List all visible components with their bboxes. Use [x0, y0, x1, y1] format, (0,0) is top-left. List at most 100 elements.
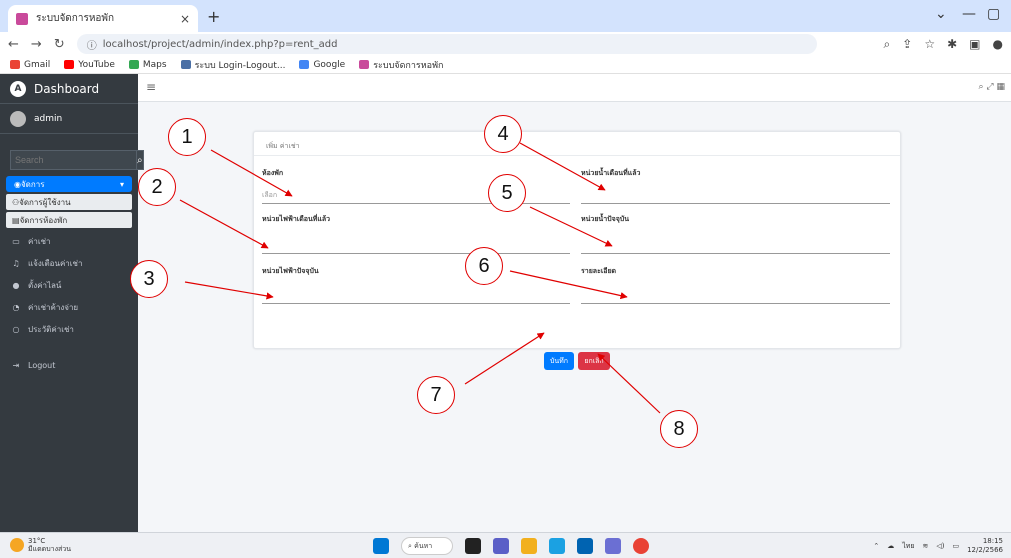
tray-chevron-icon[interactable]: ⌃	[873, 542, 879, 550]
bookmark-google[interactable]: Google	[299, 60, 345, 70]
onedrive-icon[interactable]: ☁	[887, 542, 894, 550]
windows-taskbar: 31°C มีแดดบางส่วน ⌕ ค้นหา ⌃ ☁ ไทย ≋ ◁) ▭…	[0, 532, 1011, 558]
browser-tab[interactable]: ระบบจัดการหอพัก ×	[8, 5, 198, 32]
cancel-button[interactable]: ยกเลิก	[578, 352, 610, 370]
clock[interactable]: 18:15 12/2/2566	[967, 537, 1003, 555]
edge-icon[interactable]	[549, 538, 565, 554]
elec-prev-label: หน่วยไฟฟ้าเดือนที่แล้ว	[262, 215, 331, 223]
annotation-5: 5	[488, 174, 526, 212]
volume-icon[interactable]: ◁)	[936, 542, 944, 550]
chrome-icon[interactable]	[633, 538, 649, 554]
maps-icon	[128, 60, 139, 69]
new-tab-button[interactable]: +	[207, 7, 220, 26]
water-prev-label: หน่วยน้ำเดือนที่แล้ว	[581, 169, 641, 177]
back-icon[interactable]: ←	[8, 37, 19, 52]
water-now-input[interactable]	[581, 240, 890, 254]
brand-link[interactable]: A Dashboard	[0, 74, 138, 104]
site-favicon-icon	[16, 12, 28, 25]
bookmark-youtube[interactable]: YouTube	[64, 60, 115, 70]
bell-icon: ♫	[12, 258, 20, 268]
bookmark-maps[interactable]: Maps	[128, 60, 167, 70]
weather-text: มีแดดบางส่วน	[28, 545, 71, 553]
url-field[interactable]: ⓘ localhost/project/admin/index.php?p=re…	[76, 34, 817, 54]
elec-now-label: หน่วยไฟฟ้าปัจจุบัน	[262, 267, 319, 275]
info-icon[interactable]: ⓘ	[87, 37, 97, 52]
start-icon[interactable]	[373, 538, 389, 554]
elec-now-input[interactable]	[262, 290, 570, 304]
reload-icon[interactable]: ↻	[54, 37, 65, 52]
search-icon[interactable]: ⌕	[137, 150, 144, 170]
water-prev-input[interactable]	[581, 190, 890, 204]
sidebar-item-history[interactable]: ○ ประวัติค่าเช่า	[0, 318, 138, 340]
extensions-icon[interactable]: ✱	[947, 37, 957, 52]
bookmark-dorm[interactable]: ระบบจัดการหอพัก	[359, 58, 443, 72]
sidebar-item-rent[interactable]: ▭ ค่าเช่า	[0, 230, 138, 252]
minimize-icon[interactable]: —	[962, 6, 976, 22]
sidebar-item-users[interactable]: ⚇ จัดการผู้ใช้งาน	[6, 194, 132, 210]
wifi-icon[interactable]: ≋	[922, 542, 928, 550]
user-panel[interactable]: admin	[0, 104, 138, 134]
sidebar-item-manage[interactable]: ◉ จัดการ ▾	[6, 176, 132, 192]
tab-title: ระบบจัดการหอพัก	[36, 13, 115, 24]
sidebar: A Dashboard admin ⌕ ◉ จัดการ ▾ ⚇ จัดการผ…	[0, 74, 144, 532]
clock-time: 18:15	[982, 537, 1003, 545]
water-now-label: หน่วยน้ำปัจจุบัน	[581, 215, 630, 223]
language-indicator[interactable]: ไทย	[902, 541, 914, 552]
detail-input[interactable]	[581, 290, 890, 304]
task-view-icon[interactable]	[465, 538, 481, 554]
gauge-icon: ◉	[14, 179, 21, 189]
tab-close-icon[interactable]: ×	[180, 12, 190, 26]
annotation-3: 3	[130, 260, 168, 298]
code-editor-icon[interactable]	[605, 538, 621, 554]
battery-icon[interactable]: ▭	[952, 542, 959, 550]
sidepanel-icon[interactable]: ▣	[969, 37, 980, 52]
browser-tab-bar: ระบบจัดการหอพัก × + ⌄ — ▢	[0, 0, 1011, 32]
menu-toggle-icon[interactable]: ≡	[146, 80, 156, 94]
sidebar-search-input[interactable]	[10, 150, 137, 170]
money-icon: ▭	[12, 236, 20, 246]
annotation-7: 7	[417, 376, 455, 414]
annotation-1: 1	[168, 118, 206, 156]
star-icon[interactable]: ☆	[924, 37, 935, 52]
bookmark-gmail[interactable]: Gmail	[10, 60, 50, 70]
fullscreen-icon[interactable]: ⤢	[986, 82, 993, 92]
grid-icon[interactable]: ▦	[996, 82, 1005, 92]
bookmark-login[interactable]: ระบบ Login-Logout...	[180, 58, 285, 72]
gmail-icon	[10, 60, 20, 69]
sidebar-item-rent-alert[interactable]: ♫ แจ้งเตือนค่าเช่า	[0, 252, 138, 274]
temperature: 31°C	[28, 537, 46, 545]
taskbar-search[interactable]: ⌕ ค้นหา	[401, 537, 453, 555]
sidebar-item-rooms[interactable]: ▤ จัดการห้องพัก	[6, 212, 132, 228]
zoom-icon[interactable]: ⌕	[884, 37, 891, 52]
search-icon[interactable]: ⌕	[978, 82, 983, 92]
sidebar-item-overdue[interactable]: ◔ ค่าเช่าค้างจ่าย	[0, 296, 138, 318]
users-icon: ⚇	[12, 197, 20, 207]
annotation-6: 6	[465, 247, 503, 285]
chevron-down-icon: ▾	[119, 179, 124, 189]
detail-label: รายละเอียด	[581, 267, 617, 275]
sidebar-item-line-settings[interactable]: ● ตั้งค่าไลน์	[0, 274, 138, 296]
maximize-icon[interactable]: ▢	[987, 6, 1000, 22]
save-button[interactable]: บันทึก	[544, 352, 574, 370]
profile-icon[interactable]: ●	[993, 37, 1003, 52]
share-icon[interactable]: ⇪	[902, 37, 912, 52]
sun-icon	[10, 538, 24, 552]
tab-search-icon[interactable]: ⌄	[935, 6, 947, 22]
rent-form-card: เพิ่ม ค่าเช่า ห้องพัก เลือก หน่วยน้ำเดือ…	[253, 131, 901, 370]
elec-prev-input[interactable]	[262, 240, 570, 254]
store-icon[interactable]	[577, 538, 593, 554]
url-text: localhost/project/admin/index.php?p=rent…	[102, 38, 338, 50]
brand-title: Dashboard	[34, 81, 100, 96]
file-explorer-icon[interactable]	[521, 538, 537, 554]
annotation-2: 2	[138, 168, 176, 206]
avatar	[10, 110, 26, 127]
chat-app-icon[interactable]	[493, 538, 509, 554]
circle-icon: ○	[12, 324, 20, 334]
weather-widget[interactable]: 31°C มีแดดบางส่วน	[10, 537, 71, 553]
system-tray: ⌃ ☁ ไทย ≋ ◁) ▭ 18:15 12/2/2566	[873, 537, 1003, 555]
navbar-tools: ⌕ ⤢ ▦	[978, 82, 1005, 92]
chat-icon: ●	[12, 280, 20, 290]
forward-icon[interactable]: →	[31, 37, 42, 52]
sidebar-item-logout[interactable]: ⇥ Logout	[0, 354, 138, 376]
annotation-8: 8	[660, 410, 698, 448]
